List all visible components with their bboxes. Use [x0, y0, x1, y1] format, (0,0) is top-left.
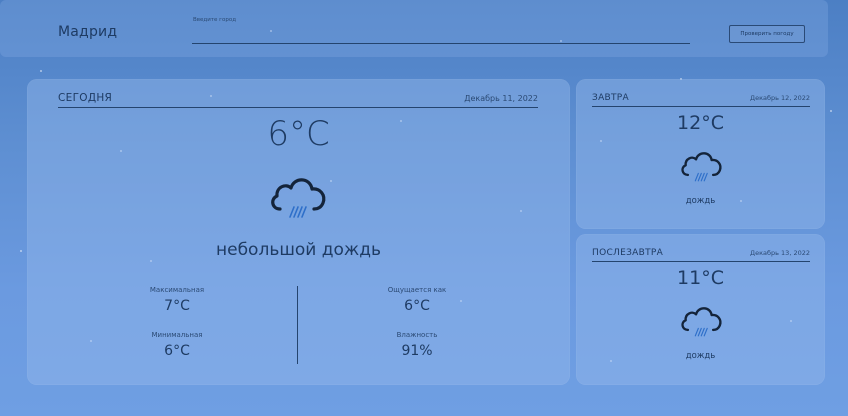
tomorrow-title: ЗАВТРА	[592, 93, 629, 103]
stats-divider	[297, 286, 298, 364]
today-header: СЕГОДНЯ Декабрь 11, 2022	[58, 92, 538, 108]
tomorrow-date: Декабрь 12, 2022	[750, 94, 810, 102]
day-after-date: Декабрь 13, 2022	[750, 249, 810, 257]
city-search-input[interactable]	[192, 26, 690, 44]
min-temp-value: 6°C	[164, 343, 190, 359]
day-after-title: ПОСЛЕЗАВТРА	[592, 248, 664, 258]
rain-cloud-icon	[271, 178, 326, 218]
tomorrow-temperature: 12°C	[677, 112, 724, 134]
today-temperature: 6°C	[267, 114, 330, 154]
feels-like-stat: Ощущается как 6°C	[337, 286, 497, 314]
feels-like-label: Ощущается как	[387, 286, 447, 294]
humidity-stat: Влажность 91%	[337, 331, 497, 359]
feels-like-value: 6°C	[404, 298, 430, 314]
max-temp-stat: Максимальная 7°C	[97, 286, 257, 314]
today-title: СЕГОДНЯ	[58, 92, 113, 104]
day-after-header: ПОСЛЕЗАВТРА Декабрь 13, 2022	[592, 248, 810, 262]
tomorrow-description: дождь	[685, 196, 716, 206]
rain-cloud-icon	[681, 152, 722, 182]
city-name: Мадрид	[58, 24, 118, 40]
rain-cloud-icon	[681, 307, 722, 337]
search-label: Введите город	[193, 17, 237, 23]
max-temp-value: 7°C	[164, 298, 190, 314]
day-after-description: дождь	[685, 351, 716, 361]
day-after-tomorrow-card: ПОСЛЕЗАВТРА Декабрь 13, 2022 11°C дождь	[576, 234, 825, 385]
day-after-temperature: 11°C	[677, 267, 724, 289]
tomorrow-header: ЗАВТРА Декабрь 12, 2022	[592, 93, 810, 107]
tomorrow-card: ЗАВТРА Декабрь 12, 2022 12°C дождь	[576, 79, 825, 229]
humidity-label: Влажность	[396, 331, 438, 339]
today-card: СЕГОДНЯ Декабрь 11, 2022 6°C небольшой д…	[27, 79, 570, 385]
max-temp-label: Максимальная	[149, 286, 205, 294]
today-date: Декабрь 11, 2022	[464, 94, 538, 103]
check-weather-button[interactable]: Проверить погоду	[729, 25, 805, 43]
min-temp-stat: Минимальная 6°C	[97, 331, 257, 359]
min-temp-label: Минимальная	[151, 331, 203, 339]
top-bar: Мадрид Введите город Проверить погоду	[0, 0, 828, 57]
today-description: небольшой дождь	[216, 240, 381, 260]
humidity-value: 91%	[401, 343, 433, 359]
